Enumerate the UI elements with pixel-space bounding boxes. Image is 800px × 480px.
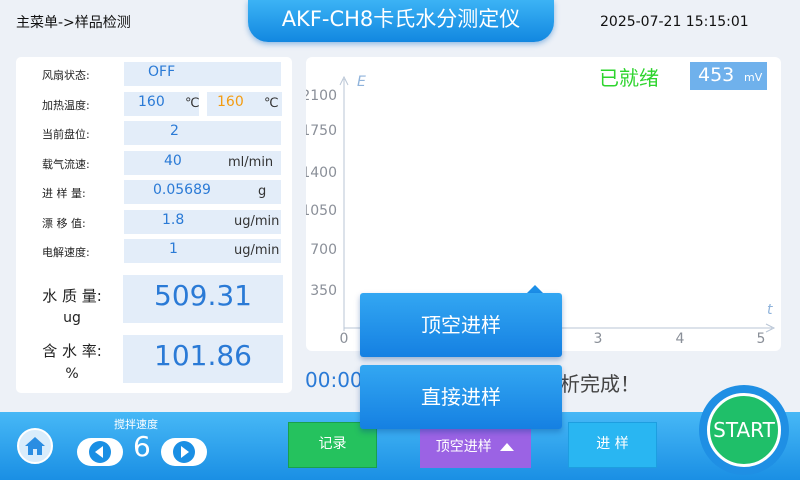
- moisture-field: 101.86: [123, 335, 283, 383]
- home-button[interactable]: [17, 428, 53, 464]
- heat-temp-actual-value: 160: [217, 94, 244, 110]
- y-tick-1400: 1400: [306, 165, 337, 181]
- potential-unit: mV: [744, 71, 763, 84]
- moisture-label: 含 水 率:: [42, 342, 102, 360]
- tray-position-row: 当前盘位: 2: [16, 121, 292, 145]
- electrolysis-rate-unit: ug/min: [234, 243, 280, 258]
- tray-position-field: 2: [124, 121, 281, 145]
- parameter-panel: 风扇状态: OFF 加热温度: 160 ℃ 160 ℃ 当前盘位: 2 载气流速…: [16, 57, 292, 393]
- gas-flow-unit: ml/min: [228, 155, 274, 170]
- page-title: AKF-CH8卡氏水分测定仪: [248, 0, 554, 42]
- menu-item-headspace-sampling[interactable]: 顶空进样: [360, 293, 562, 357]
- electrolysis-rate-row: 电解速度: 1 ug/min: [16, 239, 292, 263]
- breadcrumb: 主菜单->样品检测: [16, 15, 131, 31]
- heat-temp-set-value: 160: [138, 94, 165, 110]
- heat-temp-set-field[interactable]: 160 ℃: [124, 92, 200, 116]
- electrolysis-rate-field: 1 ug/min: [124, 239, 281, 263]
- heat-temp-set-unit: ℃: [185, 96, 200, 111]
- y-tick-1750: 1750: [306, 123, 337, 139]
- heat-temp-actual-unit: ℃: [264, 96, 279, 111]
- gas-flow-row: 载气流速: 40 ml/min: [16, 151, 292, 175]
- heat-temp-row: 加热温度: 160 ℃ 160 ℃: [16, 92, 292, 116]
- y-tick-350: 350: [310, 283, 337, 299]
- sample-amount-value: 0.05689: [153, 182, 211, 198]
- y-axis-label: E: [357, 74, 366, 90]
- status-message: 析完成！: [560, 372, 640, 396]
- sample-amount-row: 进 样 量: 0.05689 g: [16, 180, 292, 204]
- chevron-right-icon: [173, 441, 195, 463]
- fan-status-label: 风扇状态:: [42, 69, 90, 82]
- sample-amount-field[interactable]: 0.05689 g: [124, 180, 281, 204]
- water-mass-unit: ug: [63, 310, 81, 326]
- drift-unit: ug/min: [234, 214, 280, 229]
- potential-badge: 453 mV: [690, 62, 767, 90]
- elapsed-timer: 00:00: [305, 368, 363, 392]
- sampling-mode-menu: 顶空进样 直接进样: [360, 285, 562, 440]
- start-button[interactable]: START: [707, 393, 781, 467]
- menu-item-direct-sampling[interactable]: 直接进样: [360, 365, 562, 429]
- fan-status-value: OFF: [148, 64, 176, 80]
- gas-flow-field[interactable]: 40 ml/min: [124, 151, 281, 175]
- stir-speed-value: 6: [133, 430, 151, 463]
- x-tick-3: 3: [594, 331, 603, 347]
- sampling-mode-label: 顶空进样: [435, 439, 492, 455]
- tray-position-label: 当前盘位:: [42, 128, 90, 141]
- home-icon: [25, 437, 45, 455]
- gas-flow-value: 40: [164, 153, 182, 169]
- drift-field: 1.8 ug/min: [124, 210, 281, 234]
- moisture-unit: %: [65, 366, 79, 382]
- inject-button[interactable]: 进 样: [568, 422, 657, 468]
- triangle-up-icon: [500, 443, 515, 451]
- gas-flow-label: 载气流速:: [42, 158, 90, 171]
- chevron-left-icon: [89, 441, 111, 463]
- drift-value: 1.8: [162, 212, 185, 228]
- electrolysis-rate-label: 电解速度:: [42, 246, 90, 259]
- water-mass-value: 509.31: [154, 279, 252, 312]
- x-tick-0: 0: [340, 331, 349, 347]
- x-tick-4: 4: [676, 331, 685, 347]
- stir-increase-button[interactable]: [161, 438, 207, 466]
- heat-temp-label: 加热温度:: [42, 99, 90, 112]
- water-mass-label: 水 质 量:: [42, 287, 102, 305]
- ready-status: 已就绪: [599, 66, 659, 90]
- drift-label: 漂 移 值:: [42, 217, 86, 230]
- sample-amount-label: 进 样 量:: [42, 187, 86, 200]
- heat-temp-actual-field: 160 ℃: [207, 92, 282, 116]
- sample-amount-unit: g: [258, 184, 267, 199]
- drift-row: 漂 移 值: 1.8 ug/min: [16, 210, 292, 234]
- x-axis-label: t: [767, 302, 773, 318]
- potential-value: 453: [698, 64, 735, 86]
- tray-position-value: 2: [170, 123, 179, 139]
- y-tick-1050: 1050: [306, 203, 337, 219]
- fan-status-row: 风扇状态: OFF: [16, 62, 292, 86]
- water-mass-field: 509.31: [123, 275, 283, 323]
- electrolysis-rate-value: 1: [169, 241, 178, 257]
- fan-status-field: OFF: [124, 62, 281, 86]
- y-tick-700: 700: [310, 242, 337, 258]
- x-tick-5: 5: [757, 331, 766, 347]
- stir-decrease-button[interactable]: [77, 438, 123, 466]
- datetime-display: 2025-07-21 15:15:01: [600, 14, 749, 30]
- moisture-value: 101.86: [154, 339, 252, 372]
- y-tick-2100: 2100: [306, 88, 337, 104]
